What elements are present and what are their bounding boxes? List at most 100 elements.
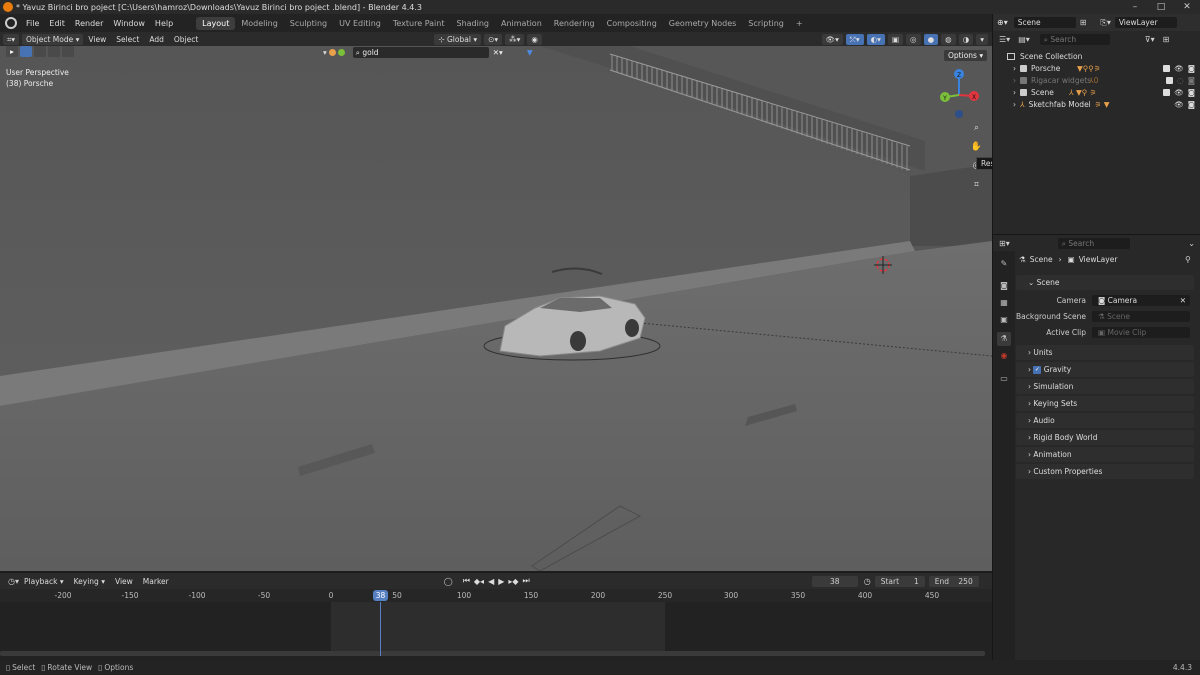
viewport-filter-icon[interactable] xyxy=(337,49,345,56)
hide-eye-icon[interactable]: ◌ xyxy=(1177,76,1184,85)
active-clip-field[interactable]: ▣ Movie Clip xyxy=(1092,327,1190,338)
select-invert-icon[interactable] xyxy=(62,46,74,57)
outliner-row[interactable]: › Scene ⅄ ▼⚲ ⚞ 👁 ◙ xyxy=(993,86,1200,98)
outliner-row[interactable]: › Rigacar widgets ⅄0 ◌ ◙ xyxy=(993,74,1200,86)
new-collection-icon[interactable]: ⊞ xyxy=(1163,35,1170,44)
expand-arrow-icon[interactable]: › xyxy=(1013,88,1016,97)
workspace-tab-scripting[interactable]: Scripting xyxy=(742,17,790,30)
menu-window[interactable]: Window xyxy=(108,19,150,28)
section-custom-properties[interactable]: › Custom Properties xyxy=(1016,464,1194,479)
background-scene-field[interactable]: ⚗ Scene xyxy=(1092,311,1190,322)
scene-panel-header[interactable]: ⌄ Scene xyxy=(1016,275,1194,290)
filter-dropdown-icon[interactable]: ▾ xyxy=(323,48,327,57)
xray-icon[interactable]: ▣ xyxy=(887,33,904,45)
ortho-grid-icon[interactable]: ⌗ xyxy=(969,178,984,193)
outliner-row[interactable]: › Porsche ▼⚲⚲⚞ 👁 ◙ xyxy=(993,62,1200,74)
menu-help[interactable]: Help xyxy=(150,19,178,28)
snap-icon[interactable]: ⁂▾ xyxy=(505,33,525,45)
section-keying-sets[interactable]: › Keying Sets xyxy=(1016,396,1194,411)
outliner-filter-icon[interactable]: ⊽▾ xyxy=(1145,35,1155,44)
menu-file[interactable]: File xyxy=(21,19,44,28)
render-camera-icon[interactable]: ◙ xyxy=(1188,64,1195,73)
timeline-area[interactable]: -200 -150 -100 -50 0 50 100 150 200 250 … xyxy=(0,589,992,660)
exclude-checkbox[interactable] xyxy=(1163,88,1171,96)
menu-object[interactable]: Object xyxy=(169,35,203,44)
camera-field[interactable]: ◙ Camera ✕ xyxy=(1092,295,1190,306)
search-input[interactable]: ⌕ gold xyxy=(352,47,489,58)
view-layer-field[interactable]: ViewLayer xyxy=(1114,17,1177,28)
jump-end-icon[interactable]: ⏭ xyxy=(523,576,530,586)
start-frame-field[interactable]: Start 1 xyxy=(874,575,925,587)
overlay-toggle-icon[interactable]: ◐▾ xyxy=(866,33,885,45)
workspace-tab-modeling[interactable]: Modeling xyxy=(235,17,283,30)
workspace-tab-shading[interactable]: Shading xyxy=(450,17,495,30)
zoom-icon[interactable]: ⌕ xyxy=(969,121,984,136)
properties-editor-icon[interactable]: ⊞▾ xyxy=(999,239,1010,248)
play-reverse-icon[interactable]: ◀ xyxy=(488,577,494,586)
object-type-icon[interactable] xyxy=(328,49,336,56)
workspace-tab-sculpting[interactable]: Sculpting xyxy=(284,17,333,30)
orientation-dropdown[interactable]: ⊹ Global ▾ xyxy=(434,33,482,45)
add-workspace-button[interactable]: + xyxy=(790,17,809,30)
section-gravity[interactable]: › ✓ Gravity xyxy=(1016,362,1194,377)
view-layer-icon[interactable]: ⎘▾ xyxy=(1100,18,1110,28)
workspace-tab-rendering[interactable]: Rendering xyxy=(548,17,601,30)
scene-name-field[interactable]: Scene xyxy=(1013,17,1076,28)
next-keyframe-icon[interactable]: ▸◆ xyxy=(508,577,518,586)
collection-tab-icon[interactable]: ▭ xyxy=(997,372,1011,386)
clear-camera-icon[interactable]: ✕ xyxy=(1180,295,1186,306)
end-frame-field[interactable]: End 250 xyxy=(928,575,979,587)
playhead-frame-badge[interactable]: 38 xyxy=(373,590,388,601)
render-camera-icon[interactable]: ◙ xyxy=(1188,88,1195,97)
proportional-edit-icon[interactable]: ◉ xyxy=(527,33,542,45)
pivot-icon[interactable]: ⊙▾ xyxy=(484,33,503,45)
menu-playback[interactable]: Playback ▾ xyxy=(19,577,69,586)
shading-solid-icon[interactable]: ● xyxy=(923,33,939,45)
section-audio[interactable]: › Audio xyxy=(1016,413,1194,428)
auto-key-icon[interactable]: ◯ xyxy=(444,577,453,586)
menu-add[interactable]: Add xyxy=(144,35,169,44)
options-dropdown[interactable]: Options ▾ xyxy=(944,50,988,61)
tool-tab-icon[interactable]: ✎ xyxy=(997,257,1011,271)
menu-view[interactable]: View xyxy=(110,577,138,586)
gizmo-toggle-icon[interactable]: ⤱▾ xyxy=(845,33,864,45)
workspace-tab-uv-editing[interactable]: UV Editing xyxy=(333,17,387,30)
render-camera-icon[interactable]: ◙ xyxy=(1188,76,1195,85)
outliner-editor-type-icon[interactable]: ☰▾ xyxy=(999,35,1010,44)
pan-hand-icon[interactable]: ✋ xyxy=(969,140,984,155)
hide-eye-icon[interactable]: 👁 xyxy=(1174,100,1184,109)
exclude-checkbox[interactable] xyxy=(1166,76,1174,84)
outliner-search-input[interactable]: ⌕ Search xyxy=(1039,34,1110,45)
workspace-tab-layout[interactable]: Layout xyxy=(196,16,236,30)
scene-pin-icon[interactable]: ⊞ xyxy=(1080,18,1087,27)
menu-edit[interactable]: Edit xyxy=(44,19,70,28)
properties-search-input[interactable]: ⌕ Search xyxy=(1057,237,1130,249)
world-tab-icon[interactable]: ◉ xyxy=(997,349,1011,363)
play-icon[interactable]: ▶ xyxy=(498,577,504,586)
pin-icon[interactable]: ⚲ xyxy=(1185,255,1191,264)
workspace-tab-geometry-nodes[interactable]: Geometry Nodes xyxy=(663,17,742,30)
menu-marker[interactable]: Marker xyxy=(138,577,174,586)
preview-range-icon[interactable]: ◷ xyxy=(864,577,871,586)
hide-eye-icon[interactable]: 👁 xyxy=(1174,64,1184,73)
collapse-chevron-icon[interactable]: ⌄ xyxy=(1188,239,1195,248)
shading-material-icon[interactable]: ◍ xyxy=(941,33,956,45)
select-box-icon[interactable] xyxy=(20,46,32,57)
workspace-tab-texture-paint[interactable]: Texture Paint xyxy=(387,17,451,30)
funnel-icon[interactable]: ▼ xyxy=(527,48,533,57)
prev-keyframe-icon[interactable]: ◆◂ xyxy=(474,577,484,586)
blender-menu-icon[interactable] xyxy=(5,17,17,29)
mode-dropdown[interactable]: Object Mode ▾ xyxy=(22,33,84,45)
section-rigid-body-world[interactable]: › Rigid Body World xyxy=(1016,430,1194,445)
shading-rendered-icon[interactable]: ◑ xyxy=(958,33,974,45)
scene-selector-icon[interactable]: ⊕▾ xyxy=(997,18,1008,27)
jump-start-icon[interactable]: ⏮ xyxy=(463,576,470,586)
view-layer-tab-icon[interactable]: ▣ xyxy=(997,313,1011,327)
timeline-editor-icon[interactable]: ◷▾ xyxy=(8,577,19,586)
menu-select[interactable]: Select xyxy=(111,35,144,44)
gravity-checkbox[interactable]: ✓ xyxy=(1033,366,1042,374)
workspace-tab-compositing[interactable]: Compositing xyxy=(601,17,663,30)
editor-type-icon[interactable]: ⌗▾ xyxy=(3,33,19,45)
timeline-scrollbar[interactable] xyxy=(0,651,985,656)
visibility-icon[interactable]: 👁▾ xyxy=(821,33,843,45)
